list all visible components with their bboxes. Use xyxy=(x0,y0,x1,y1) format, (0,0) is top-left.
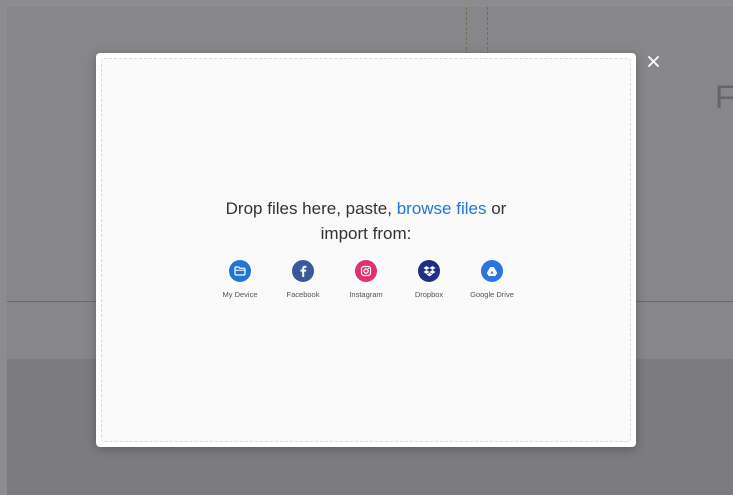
drop-text-line2: import from: xyxy=(320,224,412,243)
provider-label: Facebook xyxy=(286,290,320,299)
drop-instructions: Drop files here, paste, browse files or … xyxy=(102,196,630,246)
close-icon xyxy=(647,55,659,67)
drop-text-suffix: or xyxy=(491,199,507,218)
provider-facebook[interactable]: Facebook xyxy=(272,260,335,299)
provider-google-drive[interactable]: Google Drive xyxy=(461,260,524,299)
browse-files-link[interactable]: browse files xyxy=(397,199,487,218)
provider-list: My Device Facebook Instagram Dropbox Goo… xyxy=(102,260,630,299)
provider-my-device[interactable]: My Device xyxy=(209,260,272,299)
provider-label: Dropbox xyxy=(414,290,444,299)
google-drive-icon xyxy=(481,260,503,282)
provider-label: My Device xyxy=(222,290,258,299)
dropbox-icon xyxy=(418,260,440,282)
provider-label: Google Drive xyxy=(470,290,514,299)
facebook-icon xyxy=(292,260,314,282)
provider-instagram[interactable]: Instagram xyxy=(335,260,398,299)
close-button[interactable] xyxy=(644,52,662,70)
provider-dropbox[interactable]: Dropbox xyxy=(398,260,461,299)
drop-zone[interactable]: Drop files here, paste, browse files or … xyxy=(101,58,631,442)
instagram-icon xyxy=(355,260,377,282)
folder-icon xyxy=(229,260,251,282)
upload-modal: Drop files here, paste, browse files or … xyxy=(96,53,636,447)
provider-label: Instagram xyxy=(349,290,383,299)
drop-text-prefix: Drop files here, paste, xyxy=(225,199,392,218)
